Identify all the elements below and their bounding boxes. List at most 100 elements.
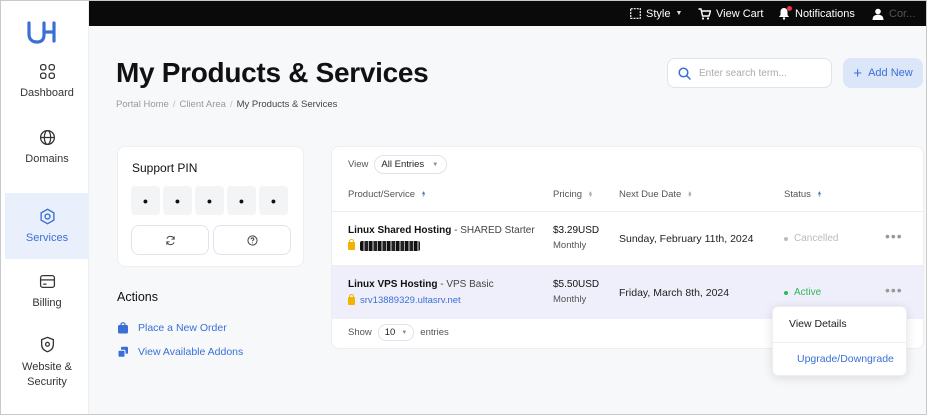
- column-header-label: Pricing: [553, 189, 583, 200]
- sort-icon: ▲ ▼: [816, 189, 822, 199]
- notifications-label: Notifications: [795, 7, 855, 20]
- sort-icon: ▲ ▼: [687, 189, 693, 199]
- sort-icon: ▲ ▼: [421, 189, 427, 199]
- support-pin-title: Support PIN: [132, 161, 198, 175]
- cart-icon: [698, 7, 711, 20]
- sidebar-item-label: Services: [25, 232, 69, 244]
- status-label: Active: [794, 287, 822, 298]
- globe-icon: [39, 129, 55, 146]
- sidebar: Dashboard Domains Services Billing Websi…: [1, 1, 89, 414]
- show-label: Show: [348, 327, 372, 338]
- page-size-value: 10: [384, 327, 396, 338]
- top-navbar: Style ▼ View Cart Notifications Cor...: [89, 1, 926, 26]
- product-name: Linux Shared Hosting - SHARED Starter: [348, 225, 535, 236]
- view-addons-link[interactable]: View Available Addons: [117, 346, 243, 358]
- table-row[interactable]: Linux Shared Hosting - SHARED Starter $3…: [332, 211, 923, 265]
- pin-digit: •: [195, 186, 224, 215]
- uh-logo[interactable]: [27, 20, 57, 44]
- lock-icon: [348, 293, 355, 305]
- card-icon: [39, 275, 55, 288]
- menu-divider: [773, 342, 906, 343]
- product-plan: - VPS Basic: [437, 279, 494, 290]
- upgrade-downgrade-item[interactable]: Upgrade/Downgrade: [797, 353, 894, 365]
- user-icon: [872, 8, 884, 20]
- sidebar-item-dashboard[interactable]: Dashboard: [5, 48, 89, 114]
- price-amount: $5.50USD: [553, 279, 600, 290]
- view-addons-label: View Available Addons: [138, 346, 244, 358]
- place-new-order-label: Place a New Order: [138, 322, 227, 334]
- product-plan: - SHARED Starter: [451, 225, 535, 236]
- pin-digit: •: [227, 186, 256, 215]
- notifications-link[interactable]: Notifications: [778, 1, 855, 26]
- sidebar-item-website-security[interactable]: Website & Security: [5, 328, 89, 398]
- pin-digit: •: [163, 186, 192, 215]
- entries-label: entries: [420, 327, 449, 338]
- view-select-value: All Entries: [381, 159, 425, 170]
- breadcrumb-portal-home[interactable]: Portal Home: [116, 99, 169, 110]
- status-badge: Cancelled: [784, 233, 838, 244]
- sidebar-item-label: Website & Security: [22, 361, 72, 388]
- breadcrumb-client-area[interactable]: Client Area: [179, 99, 225, 110]
- view-cart-label: View Cart: [716, 7, 764, 20]
- view-details-item[interactable]: View Details: [789, 318, 847, 330]
- caret-down-icon: ▼: [675, 10, 683, 17]
- billing-cycle: Monthly: [553, 294, 587, 305]
- status-dot: [784, 236, 788, 241]
- price-amount: $3.29USD: [553, 225, 600, 236]
- breadcrumb-current: My Products & Services: [236, 99, 338, 110]
- page-size-control: Show 10 ▼ entries: [348, 324, 449, 341]
- domain-link[interactable]: srv13889329.ultasrv.net: [360, 295, 461, 306]
- pin-digit: •: [259, 186, 288, 215]
- pin-help-button[interactable]: [213, 225, 291, 255]
- sidebar-item-label: Dashboard: [20, 87, 74, 99]
- sidebar-item-domains[interactable]: Domains: [5, 114, 89, 180]
- chevron-down-icon: ▼: [401, 329, 408, 336]
- sidebar-item-services[interactable]: Services: [5, 193, 89, 259]
- lock-icon: [348, 239, 355, 250]
- view-filter: View All Entries ▼: [348, 155, 448, 174]
- due-date: Friday, March 8th, 2024: [619, 287, 730, 299]
- plus-icon: +: [853, 64, 863, 82]
- column-header-pricing[interactable]: Pricing ▲ ▼: [553, 189, 593, 200]
- add-new-button[interactable]: + Add New: [843, 58, 923, 88]
- app-window: Dashboard Domains Services Billing Websi…: [0, 0, 927, 415]
- status-label: Cancelled: [794, 233, 839, 244]
- column-header-due-date[interactable]: Next Due Date ▲ ▼: [619, 189, 692, 200]
- price-cell: $5.50USD Monthly: [553, 277, 599, 307]
- column-header-status[interactable]: Status ▲ ▼: [784, 189, 822, 200]
- more-options-icon[interactable]: •••: [885, 282, 903, 298]
- product-name: Linux VPS Hosting - VPS Basic: [348, 279, 494, 290]
- support-pin-card: Support PIN • • • • •: [117, 146, 304, 267]
- sidebar-item-billing[interactable]: Billing: [5, 258, 89, 324]
- view-select[interactable]: All Entries ▼: [374, 155, 448, 174]
- due-date: Sunday, February 11th, 2024: [619, 233, 754, 245]
- search-input[interactable]: [699, 67, 819, 79]
- search-box[interactable]: [667, 58, 832, 88]
- product-domain: srv13889329.ultasrv.net: [348, 293, 461, 306]
- column-header-label: Status: [784, 189, 811, 200]
- view-cart-link[interactable]: View Cart: [698, 1, 763, 26]
- page-size-select[interactable]: 10 ▼: [377, 324, 415, 341]
- product-domain: [348, 239, 420, 251]
- pin-digits: • • • • •: [131, 186, 288, 215]
- status-badge: Active: [784, 287, 821, 298]
- price-cell: $3.29USD Monthly: [553, 223, 599, 253]
- view-label: View: [348, 159, 369, 170]
- redacted-domain: [360, 241, 420, 251]
- hexagon-icon: [39, 208, 55, 225]
- sort-icon: ▲ ▼: [588, 189, 593, 199]
- help-icon: [246, 234, 258, 246]
- user-menu[interactable]: Cor...: [872, 1, 915, 26]
- search-icon: [678, 66, 691, 80]
- style-menu[interactable]: Style ▼: [630, 1, 682, 26]
- column-header-product[interactable]: Product/Service ▲ ▼: [348, 189, 426, 200]
- regenerate-pin-button[interactable]: [131, 225, 209, 255]
- page-title: My Products & Services: [116, 57, 429, 88]
- layout-icon: [630, 8, 641, 19]
- addons-icon: [117, 346, 128, 358]
- more-options-icon[interactable]: •••: [885, 228, 903, 244]
- actions-title: Actions: [117, 290, 158, 304]
- product-title: Linux Shared Hosting: [348, 225, 452, 236]
- bag-icon: [118, 322, 128, 334]
- place-new-order-link[interactable]: Place a New Order: [117, 322, 227, 334]
